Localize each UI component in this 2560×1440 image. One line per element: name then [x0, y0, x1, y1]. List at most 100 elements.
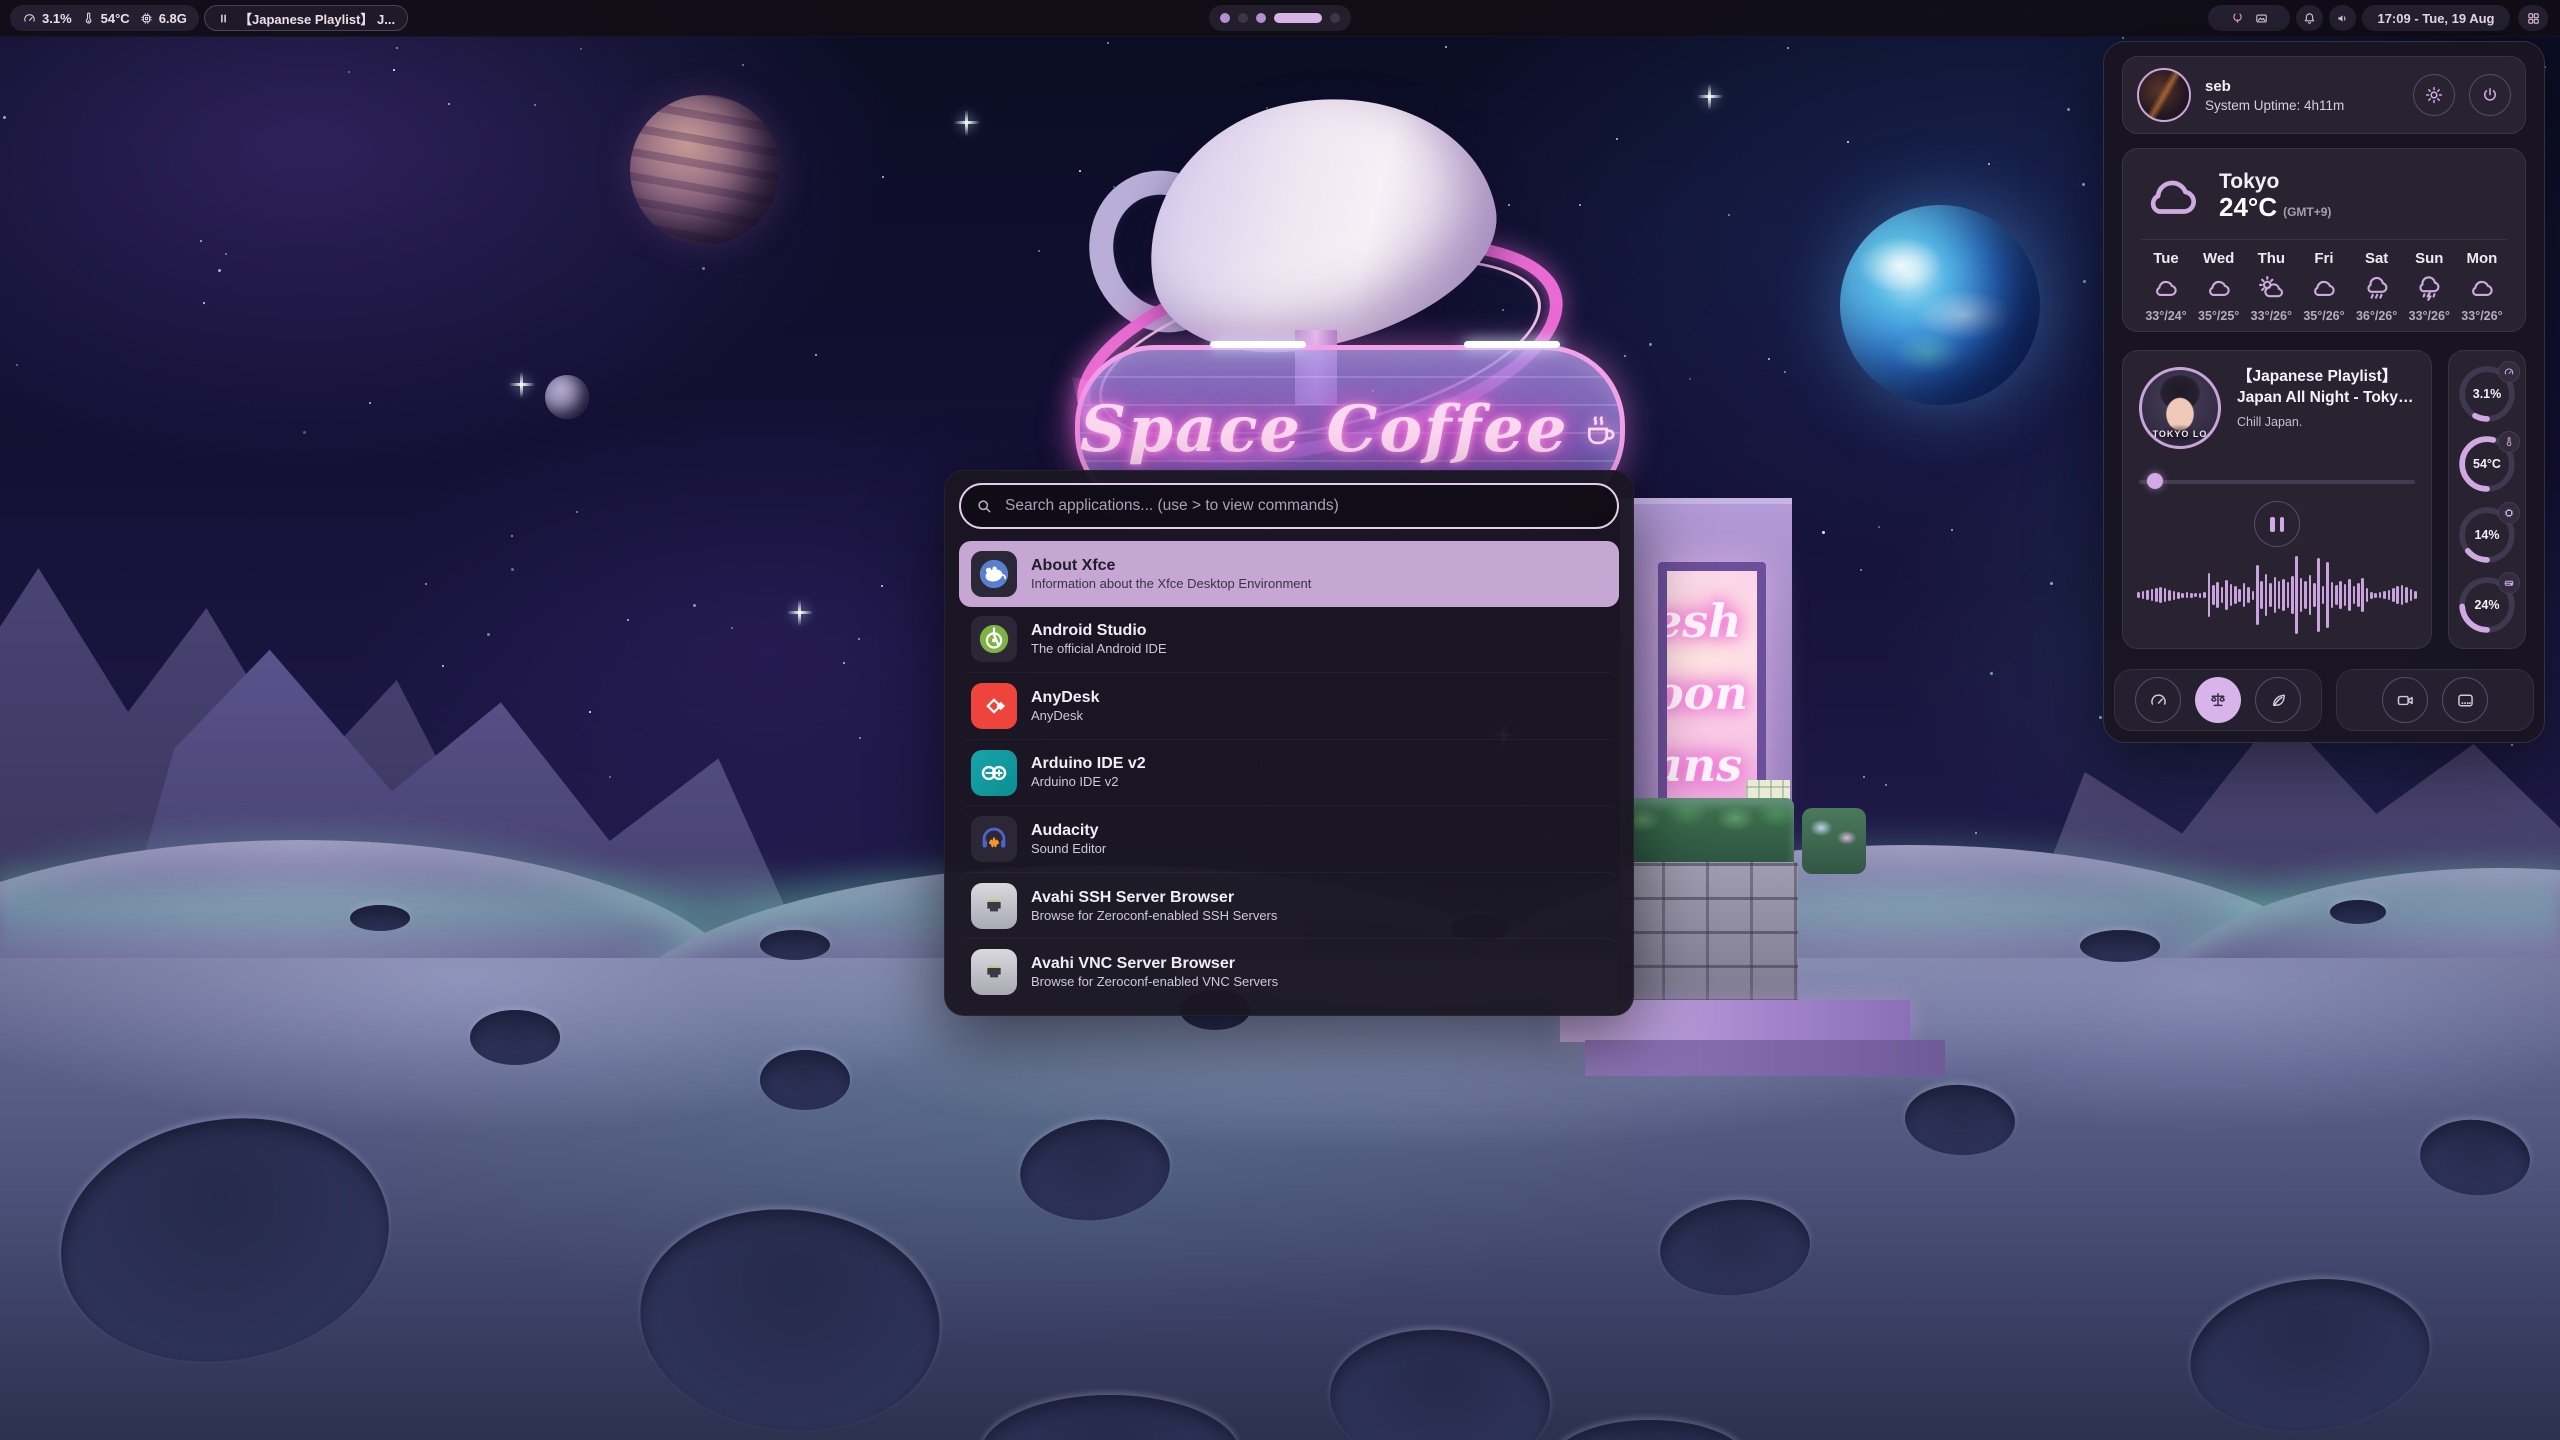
network-port-icon: [971, 883, 1017, 929]
track-subtitle: Chill Japan.: [2237, 415, 2415, 429]
album-art[interactable]: TOKYO LO: [2139, 367, 2221, 449]
performance-mode-button[interactable]: [2135, 677, 2181, 723]
wallpaper-crater: [760, 1050, 850, 1110]
xfce-mouse-icon: [971, 551, 1017, 597]
video-camera-icon: [2395, 690, 2416, 711]
wallpaper-crater: [2330, 900, 2386, 924]
storm-icon: [2414, 273, 2444, 303]
power-icon: [2480, 85, 2500, 105]
workspace-dot[interactable]: [1220, 13, 1230, 23]
cloud-icon: [2141, 165, 2203, 227]
wallpaper-crater: [350, 905, 410, 931]
dashboard-toggle-button[interactable]: [2518, 5, 2548, 31]
app-name: Avahi SSH Server Browser: [1031, 888, 1277, 908]
wallpaper-tray-icon[interactable]: [2254, 11, 2269, 26]
balanced-mode-button[interactable]: [2195, 677, 2241, 723]
neon-sign-text: Space Coffee: [1080, 392, 1569, 467]
search-input[interactable]: [959, 483, 1619, 529]
app-description: AnyDesk: [1031, 708, 1099, 724]
progress-track: [2139, 480, 2415, 484]
pause-icon: [217, 11, 230, 26]
workspace-dot[interactable]: [1256, 13, 1266, 23]
tray-app-icon[interactable]: [2230, 11, 2245, 26]
app-description: Browse for Zeroconf-enabled VNC Servers: [1031, 974, 1278, 990]
music-progress-bar[interactable]: [2139, 473, 2415, 489]
star-sparkle: [1708, 84, 1711, 110]
audio-visualizer: [2133, 551, 2421, 639]
scales-icon: [2208, 690, 2228, 710]
network-port-icon: [971, 949, 1017, 995]
app-name: Android Studio: [1031, 621, 1167, 641]
tray-pill[interactable]: [2208, 5, 2290, 31]
forecast-day: Tue 33°/24°: [2141, 250, 2191, 323]
avatar[interactable]: [2137, 68, 2191, 122]
rain-icon: [2362, 273, 2392, 303]
weather-temperature: 24°C: [2219, 193, 2277, 222]
music-progress-knob[interactable]: [2147, 473, 2163, 489]
window-neon-text: ans: [1658, 729, 1757, 801]
system-stats-pill[interactable]: 3.1% 54°C 6.8G: [10, 5, 199, 31]
screenshot-button[interactable]: [2442, 677, 2488, 723]
powersave-mode-button[interactable]: [2255, 677, 2301, 723]
app-description: Arduino IDE v2: [1031, 774, 1146, 790]
wallpaper-planter: [1618, 862, 1798, 1002]
clock-label: 17:09 - Tue, 19 Aug: [2377, 11, 2494, 26]
leaf-icon: [2268, 690, 2289, 711]
launcher-item-anydesk[interactable]: AnyDesk AnyDesk: [959, 672, 1619, 739]
screen-record-button[interactable]: [2382, 677, 2428, 723]
workspace-indicator[interactable]: [1209, 5, 1351, 31]
memory-usage: 6.8G: [139, 11, 187, 26]
forecast-day: Mon 33°/26°: [2457, 250, 2507, 323]
play-pause-button[interactable]: [2254, 501, 2300, 547]
speedometer-icon: [22, 11, 37, 26]
star-sparkle: [965, 110, 968, 136]
username: seb: [2205, 78, 2399, 95]
clock-pill[interactable]: 17:09 - Tue, 19 Aug: [2362, 5, 2510, 31]
launcher-item-avahi-ssh[interactable]: Avahi SSH Server Browser Browse for Zero…: [959, 872, 1619, 939]
notifications-button[interactable]: [2296, 5, 2323, 31]
settings-button[interactable]: [2413, 74, 2455, 116]
launcher-item-audacity[interactable]: Audacity Sound Editor: [959, 805, 1619, 872]
capture-group: [2336, 669, 2534, 731]
top-bar: 3.1% 54°C 6.8G 【Japanese Playlist】 J...: [0, 0, 2560, 37]
workspace-dot[interactable]: [1274, 13, 1322, 23]
cloud-icon: [2204, 273, 2234, 303]
power-profile-group: [2114, 669, 2322, 731]
launcher-item-android-studio[interactable]: Android Studio The official Android IDE: [959, 607, 1619, 673]
speedometer-icon: [2498, 361, 2520, 383]
audacity-icon: [971, 816, 1017, 862]
forecast-day: Thu 33°/26°: [2246, 250, 2296, 323]
app-description: Information about the Xfce Desktop Envir…: [1031, 576, 1311, 592]
gauge-disk: 24%: [2458, 576, 2516, 634]
launcher-item-avahi-vnc[interactable]: Avahi VNC Server Browser Browse for Zero…: [959, 938, 1619, 1005]
search-icon: [975, 497, 993, 515]
app-description: Browse for Zeroconf-enabled SSH Servers: [1031, 908, 1277, 924]
gauge-temperature: 54°C: [2458, 435, 2516, 493]
launcher-item-about-xfce[interactable]: About Xfce Information about the Xfce De…: [959, 541, 1619, 607]
sign-lamp: [1464, 341, 1560, 348]
now-playing-pill[interactable]: 【Japanese Playlist】 J...: [204, 5, 408, 31]
track-title: 【Japanese Playlist】 Japan All Night - To…: [2237, 367, 2415, 409]
workspace-dot[interactable]: [1238, 13, 1248, 23]
gauge-memory: 14%: [2458, 506, 2516, 564]
forecast-day: Fri 35°/26°: [2299, 250, 2349, 323]
weather-timezone: (GMT+9): [2283, 205, 2331, 219]
speaker-icon: [2335, 11, 2350, 26]
weather-forecast: Tue 33°/24° Wed 35°/25° Thu 33°/26° Fri …: [2141, 250, 2507, 323]
user-card: seb System Uptime: 4h11m: [2122, 56, 2526, 134]
star-sparkle: [798, 600, 801, 626]
android-studio-icon: [971, 616, 1017, 662]
thermometer-icon: [81, 11, 96, 26]
volume-button[interactable]: [2329, 5, 2356, 31]
system-gauges: 3.1% 54°C 14% 24%: [2448, 350, 2526, 649]
wallpaper-planet-earth: [1840, 205, 2040, 405]
launcher-item-arduino[interactable]: Arduino IDE v2 Arduino IDE v2: [959, 739, 1619, 806]
temperature: 54°C: [81, 11, 130, 26]
power-button[interactable]: [2469, 74, 2511, 116]
wallpaper-hedge: [1622, 798, 1794, 870]
bell-icon: [2302, 11, 2317, 26]
workspace-dot[interactable]: [1330, 13, 1340, 23]
sign-lamp: [1210, 341, 1306, 348]
wallpaper-crater: [760, 930, 830, 960]
screenshot-icon: [2455, 690, 2476, 711]
